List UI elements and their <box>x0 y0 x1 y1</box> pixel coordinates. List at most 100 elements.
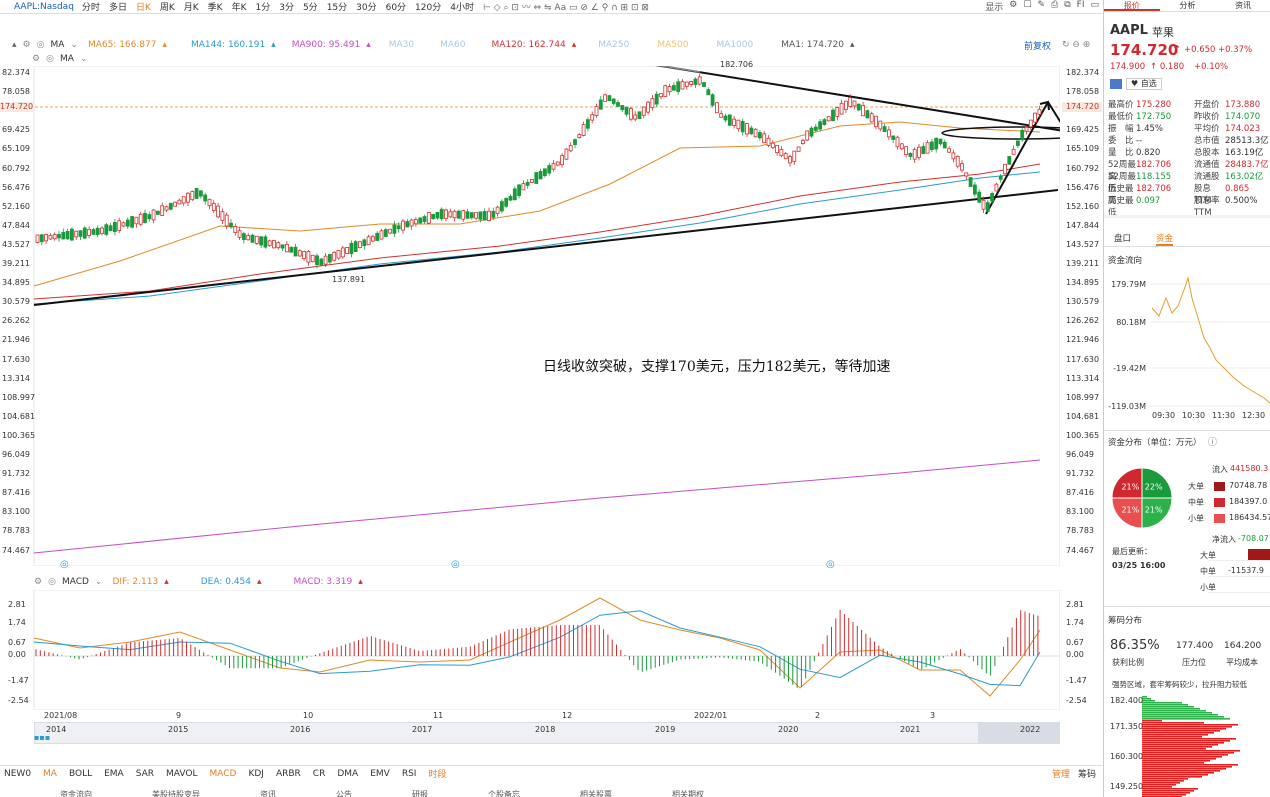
indicator-tab[interactable]: MACD <box>209 769 236 779</box>
period-tab[interactable]: 60分 <box>386 0 406 13</box>
year-tick: 2016 <box>290 725 311 734</box>
year-tick: 2021 <box>900 725 921 734</box>
eye-icon[interactable]: ◎ <box>46 54 54 64</box>
period-tab[interactable]: 分时 <box>82 0 100 13</box>
watchlist-button[interactable]: ♥ 自选 <box>1126 78 1162 90</box>
event-marker-icon[interactable]: ◎ <box>60 559 69 570</box>
gear-icon[interactable]: ⚙ <box>32 54 40 64</box>
gear-icon[interactable]: ⚙ <box>34 577 42 587</box>
tag-icon[interactable] <box>1110 79 1122 89</box>
eye-icon[interactable]: ◎ <box>48 577 56 587</box>
display-menu[interactable]: 显示 <box>985 0 1003 13</box>
navigator-handle[interactable]: ▪▪▪ <box>34 733 50 742</box>
copy-icon[interactable]: ⧉ <box>1064 0 1070 13</box>
indicator-tab[interactable]: ARBR <box>276 769 301 779</box>
fund-flow-chart[interactable]: 179.79M 80.18M -19.42M -119.03M 09:30 10:30 11… <box>1104 268 1270 418</box>
candle <box>130 216 135 228</box>
price-chart[interactable] <box>0 66 1060 566</box>
adjust-button[interactable]: 前复权 <box>1024 39 1051 52</box>
ma-label[interactable]: MA <box>60 54 74 64</box>
event-marker-icon[interactable]: ◎ <box>826 559 835 570</box>
gear-icon[interactable]: ⚙ <box>23 40 31 50</box>
period-tab[interactable]: 日K <box>136 0 151 13</box>
help-icon[interactable]: ⓘ <box>1208 435 1217 448</box>
sub-tab-orderbook[interactable]: 盘口 <box>1114 232 1131 244</box>
event-marker-icon[interactable]: ◎ <box>451 559 460 570</box>
candle <box>934 137 939 150</box>
fi-label[interactable]: FI <box>1077 0 1085 13</box>
period-tab[interactable]: 5分 <box>303 0 318 13</box>
chevron-down-icon[interactable]: ⌄ <box>80 54 88 64</box>
indicator-tab[interactable]: EMV <box>370 769 390 779</box>
period-tab[interactable]: 3分 <box>279 0 294 13</box>
candle <box>1011 148 1016 155</box>
candle <box>831 109 835 122</box>
bottom-tab[interactable]: 美股持股变异 <box>152 789 200 797</box>
bottom-tab[interactable]: 研报 <box>412 789 428 797</box>
chart-controls[interactable]: ↻ ⊖ ⊕ <box>1062 40 1090 50</box>
symbol-label[interactable]: AAPL:Nasdaq <box>14 2 74 12</box>
chip-bar <box>1142 736 1202 738</box>
flow-line <box>1151 276 1270 404</box>
bottom-tab[interactable]: 相关期权 <box>672 789 704 797</box>
macd-label[interactable]: MACD <box>62 577 89 587</box>
period-tab[interactable]: 30分 <box>356 0 376 13</box>
tab-analysis[interactable]: 分析 <box>1160 0 1216 11</box>
indicator-tab[interactable]: RSI <box>402 769 417 779</box>
chip-bar <box>1142 740 1230 742</box>
chevron-down-icon[interactable]: ⌄ <box>95 577 103 587</box>
chip-bar <box>1142 738 1236 740</box>
indicator-tab[interactable]: EMA <box>104 769 124 779</box>
quote-label: 股息TTM <box>1194 184 1212 206</box>
clear-icon[interactable]: ▭ <box>1090 0 1099 13</box>
macd-tick: 0.67 <box>8 638 26 647</box>
ma-label[interactable]: MA <box>50 40 64 50</box>
candle <box>143 212 147 224</box>
period-tab[interactable]: 年K <box>232 0 247 13</box>
chips-button[interactable]: 筹码 <box>1078 767 1096 780</box>
indicator-tab[interactable]: BOLL <box>69 769 92 779</box>
indicator-tab[interactable]: SAR <box>136 769 154 779</box>
tab-news[interactable]: 资讯 <box>1215 0 1270 11</box>
macd-chart[interactable] <box>0 590 1060 710</box>
indicator-tab[interactable]: DMA <box>337 769 358 779</box>
indicator-tab[interactable]: NEW0 <box>4 769 31 779</box>
tab-quote[interactable]: 报价 <box>1104 0 1160 11</box>
period-tab[interactable]: 4小时 <box>450 0 474 13</box>
collapse-icon[interactable]: ▴ <box>12 40 17 50</box>
gear-icon[interactable]: ⚙ <box>1009 0 1017 13</box>
indicator-tab[interactable]: KDJ <box>248 769 264 779</box>
bottom-tab[interactable]: 公告 <box>336 789 352 797</box>
sub-tab-fund[interactable]: 资金 <box>1156 232 1174 246</box>
candle <box>650 98 655 109</box>
price-tick: 108.997 <box>1066 392 1100 402</box>
indicator-tab[interactable]: 时段 <box>428 767 446 780</box>
bottom-tab[interactable]: 资讯 <box>260 789 276 797</box>
indicator-tab[interactable]: CR <box>313 769 326 779</box>
toolbar-icons[interactable]: ⊢ ◇ ⌕ ⊡ 〰 ⇔ ⇋ Aa ▭ ⊘ ∠ ⚲ ∩ ⊞ ⊡ ⊠ <box>483 0 649 13</box>
period-tab[interactable]: 15分 <box>327 0 347 13</box>
candle <box>409 219 414 227</box>
period-tab[interactable]: 季K <box>208 0 223 13</box>
quote-value: 28483.7亿 <box>1225 160 1269 170</box>
checkbox-icon[interactable]: ☐ <box>1023 0 1031 13</box>
chip-cost-label: 平均成本 <box>1226 658 1258 667</box>
period-tab[interactable]: 1分 <box>255 0 270 13</box>
bottom-tab[interactable]: 资金流向 <box>60 789 92 797</box>
period-tab[interactable]: 120分 <box>415 0 441 13</box>
chevron-down-icon[interactable]: ⌄ <box>70 40 78 50</box>
edit-icon[interactable]: ✎ <box>1037 0 1045 13</box>
bottom-tab[interactable]: 相关股票 <box>580 789 612 797</box>
eye-icon[interactable]: ◎ <box>37 40 45 50</box>
indicator-tab[interactable]: MAVOL <box>166 769 197 779</box>
manage-button[interactable]: 管理 <box>1052 767 1070 780</box>
indicator-tab[interactable]: MA <box>43 769 57 779</box>
period-tab[interactable]: 月K <box>184 0 199 13</box>
app-window: AAPL:Nasdaq 分时 多日 日K 周K 月K 季K 年K 1分 3分 5分 15分 30分 60… <box>0 0 1270 797</box>
camera-icon[interactable]: ⎙ <box>1051 0 1058 13</box>
period-tab[interactable]: 多日 <box>109 0 127 13</box>
period-tab[interactable]: 周K <box>160 0 175 13</box>
bottom-tab[interactable]: 个股备忘 <box>488 789 520 797</box>
navigator-window[interactable] <box>978 722 1060 744</box>
price-tick: 139.211 <box>1066 259 1100 268</box>
